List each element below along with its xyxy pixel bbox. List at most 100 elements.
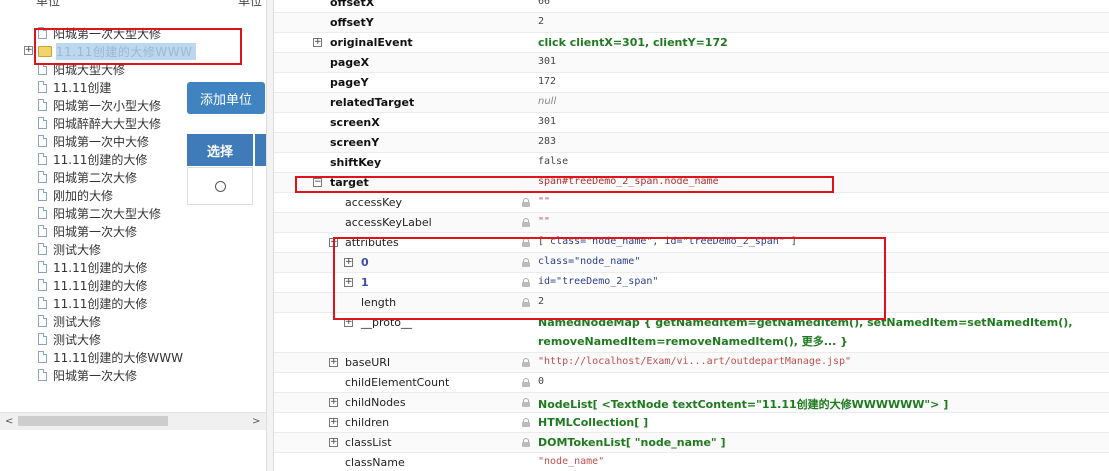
- tree-node[interactable]: 阳城第一次大修: [38, 366, 137, 384]
- property-value[interactable]: HTMLCollection[ ]: [538, 416, 648, 429]
- tree-node[interactable]: 11.11创建的大修: [38, 258, 147, 276]
- property-value[interactable]: "": [538, 216, 550, 227]
- property-value[interactable]: 301: [538, 116, 556, 127]
- tree-node-label: 11.11创建的大修: [53, 152, 148, 167]
- expand-icon[interactable]: +: [329, 438, 338, 447]
- inspector-row[interactable]: offsetY 2: [274, 13, 1109, 33]
- file-icon: [38, 315, 47, 327]
- tree-node-label: 刚加的大修: [53, 188, 114, 203]
- inspector-row[interactable]: + originalEvent click clientX=301, clientY…: [274, 33, 1109, 53]
- property-value[interactable]: 172: [538, 76, 556, 87]
- property-key: classList: [345, 436, 392, 449]
- tree-node[interactable]: 阳城第二次大型大修: [38, 204, 161, 222]
- tree-node-label: 阳城醉醉大大型大修: [53, 116, 162, 131]
- tree-node-label: 测试大修: [53, 332, 102, 347]
- property-value[interactable]: "node_name": [538, 456, 604, 467]
- inspector-row[interactable]: + classList DOMTokenList[ "node_name" ]: [274, 433, 1109, 453]
- tree-node[interactable]: 阳城第二次大修: [38, 168, 137, 186]
- column-header-unit: 单位: [36, 0, 61, 8]
- file-icon: [38, 189, 47, 201]
- inspector-row[interactable]: + childNodes NodeList[ <TextNode textConte…: [274, 393, 1109, 413]
- tree-node[interactable]: 阳城醉醉大大型大修: [38, 114, 161, 132]
- tree-node[interactable]: 阳城第一次小型大修: [38, 96, 161, 114]
- inspector-row[interactable]: screenY 283: [274, 133, 1109, 153]
- property-value[interactable]: 66: [538, 0, 550, 7]
- file-icon: [38, 225, 47, 237]
- highlight-box-attributes: [333, 237, 886, 320]
- file-icon: [38, 351, 47, 363]
- property-value[interactable]: click clientX=301, clientY=172: [538, 36, 728, 49]
- inspector-row[interactable]: shiftKey false: [274, 153, 1109, 173]
- lock-icon: [522, 418, 530, 427]
- scrollbar-thumb[interactable]: [18, 416, 168, 426]
- expand-icon[interactable]: +: [329, 418, 338, 427]
- property-value-continued[interactable]: removeNamedItem=removeNamedItem(), 更多...…: [538, 333, 848, 349]
- horizontal-scrollbar[interactable]: < >: [0, 412, 266, 430]
- tree-node-label: 阳城第一次大修: [53, 224, 138, 239]
- property-value[interactable]: DOMTokenList[ "node_name" ]: [538, 436, 726, 449]
- select-radio[interactable]: [214, 180, 226, 192]
- inspector-row[interactable]: pageY 172: [274, 73, 1109, 93]
- inspector-row[interactable]: + children HTMLCollection[ ]: [274, 413, 1109, 433]
- tree-node-label: 阳城第二次大修: [53, 170, 138, 185]
- dom-inspector: offsetX 66 offsetY 2 + originalEvent click cli…: [274, 0, 1109, 471]
- file-icon: [38, 171, 47, 183]
- property-value[interactable]: 301: [538, 56, 556, 67]
- property-value[interactable]: false: [538, 156, 568, 167]
- tree-expand-icon[interactable]: +: [24, 46, 33, 55]
- expand-icon[interactable]: +: [329, 358, 338, 367]
- property-value[interactable]: NodeList[ <TextNode textContent="11.11创建…: [538, 396, 948, 412]
- file-icon: [38, 81, 47, 93]
- tree-node[interactable]: 测试大修: [38, 240, 101, 258]
- property-key: childElementCount: [345, 376, 450, 389]
- unit-tree-panel: 单位 单位 阳城第一次大型大修 11.11创建的大修WWW 阳城大型大修 11.11创…: [0, 0, 267, 471]
- tree-node[interactable]: 11.11创建: [38, 78, 111, 96]
- highlight-box-selected-node: [34, 28, 242, 65]
- tree-node[interactable]: 11.11创建的大修: [38, 150, 147, 168]
- file-icon: [38, 117, 47, 129]
- tree-node[interactable]: 测试大修: [38, 330, 101, 348]
- scroll-right-icon[interactable]: >: [252, 416, 260, 427]
- inspector-row[interactable]: pageX 301: [274, 53, 1109, 73]
- inspector-row[interactable]: relatedTarget null: [274, 93, 1109, 113]
- lock-icon: [522, 218, 530, 227]
- inspector-row[interactable]: className "node_name": [274, 453, 1109, 471]
- select-column-header: 选择: [187, 134, 253, 166]
- tree-node-label: 测试大修: [53, 242, 102, 257]
- tree-node[interactable]: 测试大修: [38, 312, 101, 330]
- column-header-unit-2: 单位: [238, 0, 263, 8]
- property-value[interactable]: "http://localhost/Exam/vi...art/outdepar…: [538, 356, 851, 367]
- property-key: screenY: [330, 136, 380, 149]
- expand-icon[interactable]: +: [329, 398, 338, 407]
- file-icon: [38, 261, 47, 273]
- inspector-row[interactable]: accessKey "": [274, 193, 1109, 213]
- tree-node-label: 11.11创建的大修: [53, 278, 148, 293]
- tree-node[interactable]: 阳城第一次大修: [38, 222, 137, 240]
- table-header-next: [255, 134, 266, 166]
- property-key: accessKey: [345, 196, 403, 209]
- tree-node-label: 阳城第二次大型大修: [53, 206, 162, 221]
- scroll-left-icon[interactable]: <: [5, 416, 13, 427]
- inspector-row[interactable]: screenX 301: [274, 113, 1109, 133]
- property-value[interactable]: 2: [538, 16, 544, 27]
- add-unit-button[interactable]: 添加单位: [187, 82, 265, 114]
- inspector-row[interactable]: offsetX 66: [274, 0, 1109, 13]
- tree-node[interactable]: 刚加的大修: [38, 186, 113, 204]
- inspector-row[interactable]: childElementCount 0: [274, 373, 1109, 393]
- tree-node[interactable]: 11.11创建的大修WWW: [38, 348, 183, 366]
- inspector-row[interactable]: + baseURI "http://localhost/Exam/vi...art/…: [274, 353, 1109, 373]
- property-value[interactable]: null: [538, 96, 556, 107]
- inspector-row[interactable]: accessKeyLabel "": [274, 213, 1109, 233]
- tree-node[interactable]: 阳城第一次中大修: [38, 132, 149, 150]
- pane-splitter[interactable]: [267, 0, 274, 471]
- tree-node[interactable]: 11.11创建的大修: [38, 294, 147, 312]
- property-key: accessKeyLabel: [345, 216, 432, 229]
- lock-icon: [522, 438, 530, 447]
- tree-node[interactable]: 11.11创建的大修: [38, 276, 147, 294]
- property-key: shiftKey: [330, 156, 382, 169]
- property-key: offsetX: [330, 0, 375, 9]
- property-value[interactable]: 0: [538, 376, 544, 387]
- property-value[interactable]: 283: [538, 136, 556, 147]
- property-value[interactable]: "": [538, 196, 550, 207]
- expand-icon[interactable]: +: [313, 38, 322, 47]
